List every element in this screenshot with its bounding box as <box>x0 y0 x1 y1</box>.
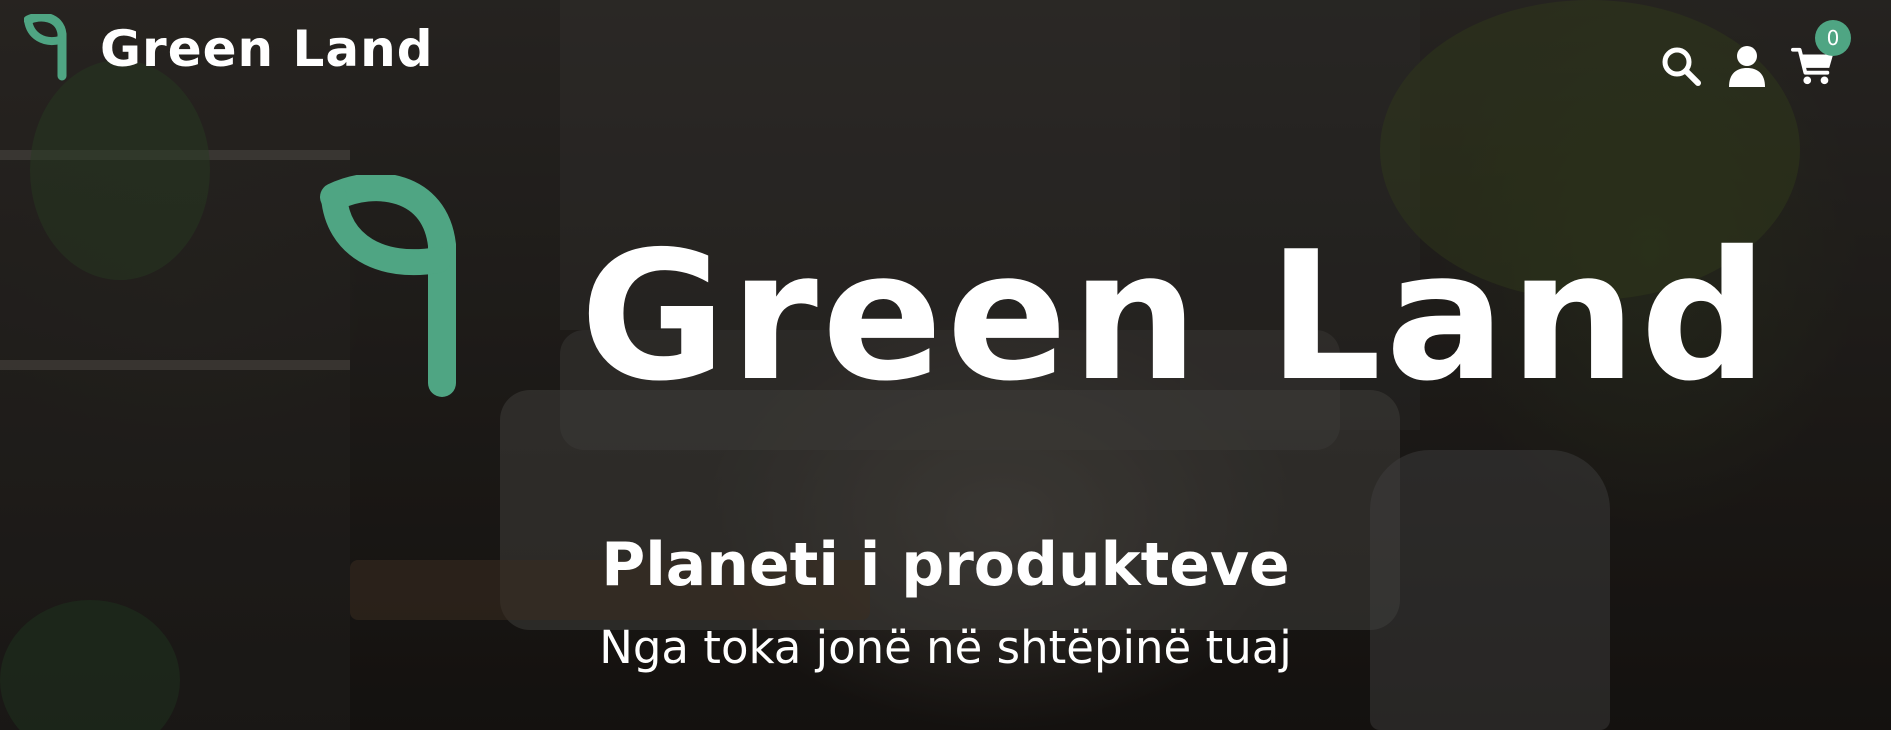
user-icon <box>1729 46 1765 87</box>
site-header: Green Land 0 <box>0 0 1891 110</box>
header-actions: 0 <box>1659 20 1851 88</box>
cart-button[interactable]: 0 <box>1791 20 1851 88</box>
hero-section: Green Land 0 Green Land Planeti i produk… <box>0 0 1891 730</box>
brand-name: Green Land <box>100 20 434 78</box>
cart-count-badge: 0 <box>1815 20 1851 56</box>
hero-brand-name: Green Land <box>580 213 1772 420</box>
account-button[interactable] <box>1725 44 1769 88</box>
leaf-logo-icon <box>24 14 67 81</box>
leaf-logo-icon <box>320 175 456 397</box>
hero-subheading: Nga toka jonë në shtëpinë tuaj <box>599 621 1292 674</box>
search-icon <box>1662 47 1701 86</box>
search-button[interactable] <box>1659 44 1703 88</box>
brand-home-link[interactable]: Green Land <box>24 14 434 84</box>
hero-heading: Planeti i produkteve <box>601 530 1290 600</box>
